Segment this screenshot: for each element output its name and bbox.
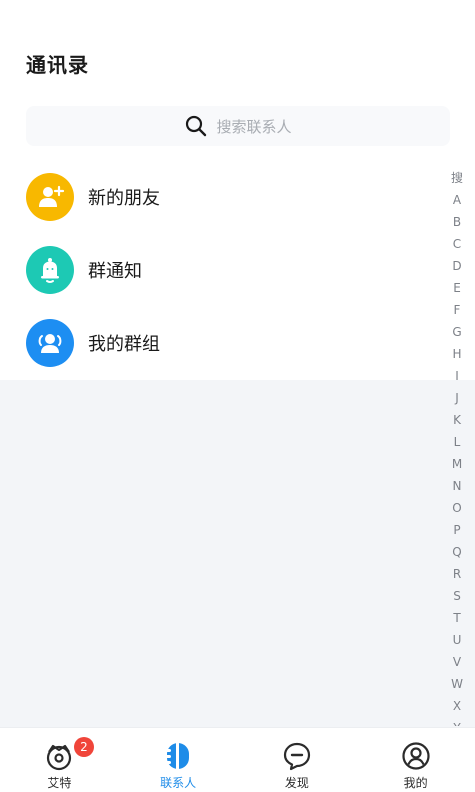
index-letter[interactable]: C — [453, 233, 461, 255]
discover-chat-icon — [283, 742, 310, 771]
search-bar[interactable]: 搜索联系人 — [26, 106, 450, 146]
alphabet-index[interactable]: 搜 A B C D E F G H I J K L M N O P Q R S … — [445, 167, 469, 726]
index-letter[interactable]: S — [453, 585, 461, 607]
profile-icon — [402, 742, 430, 770]
index-letter[interactable]: N — [453, 475, 462, 497]
index-letter[interactable]: G — [452, 321, 461, 343]
index-letter[interactable]: F — [454, 299, 461, 321]
tab-discover[interactable]: 发现 — [238, 728, 357, 792]
index-letter[interactable]: T — [453, 607, 460, 629]
tab-label: 我的 — [403, 776, 428, 790]
tab-profile[interactable]: 我的 — [356, 728, 475, 792]
index-letter[interactable]: 搜 — [451, 167, 463, 189]
menu-item-new-friends[interactable]: 新的朋友 — [26, 172, 426, 222]
index-letter[interactable]: E — [453, 277, 461, 299]
index-letter[interactable]: J — [455, 387, 459, 409]
tab-label: 联系人 — [160, 776, 197, 790]
index-letter[interactable]: A — [453, 189, 461, 211]
index-letter[interactable]: B — [453, 211, 461, 233]
tab-contacts[interactable]: 联系人 — [119, 728, 238, 792]
menu-item-group-notice[interactable]: 群通知 — [26, 245, 426, 295]
index-letter[interactable]: Y — [453, 717, 460, 726]
index-letter[interactable]: P — [453, 519, 460, 541]
index-letter[interactable]: K — [453, 409, 461, 431]
index-letter[interactable]: H — [452, 343, 461, 365]
index-letter[interactable]: W — [451, 673, 463, 695]
index-letter[interactable]: X — [453, 695, 461, 717]
index-letter[interactable]: R — [453, 563, 461, 585]
group-icon — [26, 319, 74, 367]
index-letter[interactable]: V — [453, 651, 461, 673]
index-letter[interactable]: I — [455, 365, 459, 387]
tab-label: 艾特 — [47, 776, 72, 790]
at-face-icon — [47, 744, 72, 771]
index-letter[interactable]: M — [452, 453, 462, 475]
search-icon — [186, 115, 207, 137]
contacts-icon — [165, 743, 190, 769]
menu-item-my-groups[interactable]: 我的群组 — [26, 318, 426, 368]
index-letter[interactable]: L — [454, 431, 461, 453]
menu-label: 我的群组 — [88, 334, 160, 355]
menu-label: 群通知 — [88, 261, 142, 282]
tab-label: 发现 — [284, 776, 309, 790]
tab-at[interactable]: 2 艾特 — [0, 728, 119, 792]
page-title: 通讯录 — [26, 53, 89, 77]
add-friend-icon — [26, 173, 74, 221]
index-letter[interactable]: O — [452, 497, 461, 519]
index-letter[interactable]: Q — [452, 541, 461, 563]
unread-badge: 2 — [74, 737, 94, 757]
bell-icon — [26, 246, 74, 294]
bottom-tab-bar: 2 艾特 联系人 发现 我的 — [0, 727, 475, 792]
search-input[interactable]: 搜索联系人 — [216, 116, 291, 137]
menu-label: 新的朋友 — [88, 188, 160, 209]
index-letter[interactable]: D — [452, 255, 461, 277]
index-letter[interactable]: U — [453, 629, 462, 651]
